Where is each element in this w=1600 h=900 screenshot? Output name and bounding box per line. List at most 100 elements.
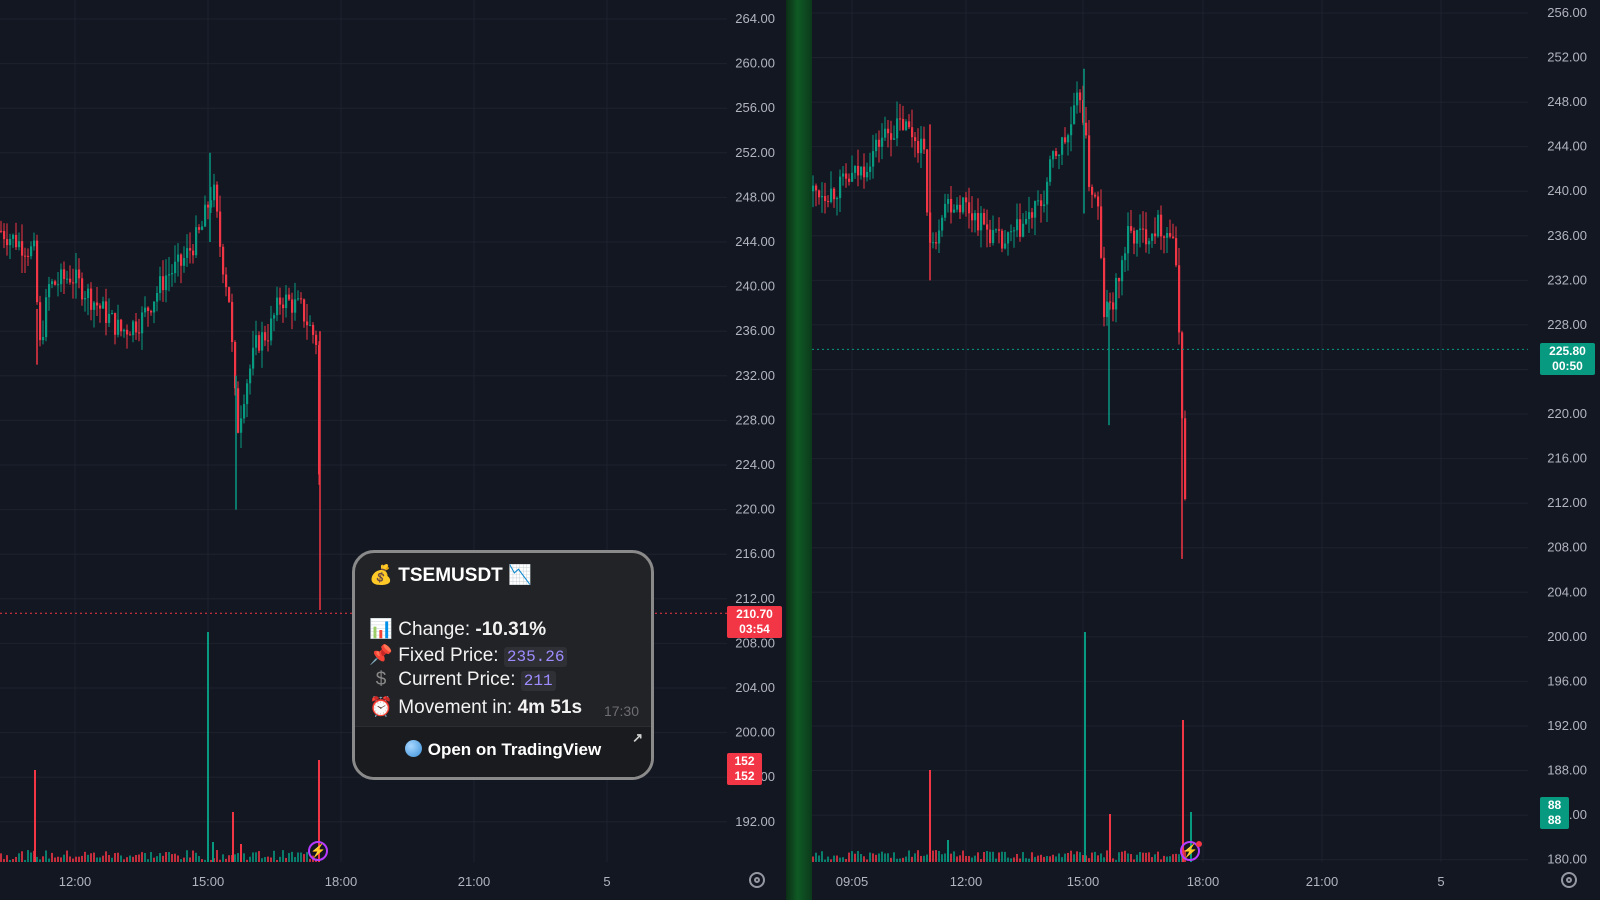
volume-bar <box>815 852 817 862</box>
y-tick-label: 204.00 <box>735 680 775 695</box>
volume-bar <box>84 851 86 862</box>
candle-body <box>30 246 33 257</box>
volume-bar <box>9 859 11 862</box>
candle-body <box>971 213 974 221</box>
volume-bar <box>234 854 236 862</box>
right-settings-gear-icon[interactable] <box>1561 872 1577 888</box>
volume-bar <box>232 812 234 862</box>
candle-body <box>1094 194 1097 197</box>
candle-body <box>306 321 309 326</box>
fixed-price-value[interactable]: 235.26 <box>503 647 568 667</box>
volume-bar <box>1049 856 1051 862</box>
volume-bar <box>90 853 92 862</box>
volume-bar <box>1043 856 1045 862</box>
candle-body <box>968 202 971 214</box>
price-alert-popup: 💰 TSEMUSDT 📉 📊 Change: -10.31% 📌 Fixed P… <box>352 550 654 780</box>
y-tick-label: 192.00 <box>1547 718 1587 733</box>
x-tick-label: 18:00 <box>1187 874 1220 889</box>
x-tick-label: 15:00 <box>1067 874 1100 889</box>
candle-body <box>992 230 995 244</box>
candle-body <box>315 334 318 345</box>
candle-body <box>39 302 42 341</box>
current-price-row: $ Current Price: 211 <box>369 669 556 691</box>
candle-body <box>288 294 291 300</box>
volume-bar <box>18 853 20 862</box>
left-lightning-icon[interactable]: ⚡ <box>308 841 328 861</box>
candle-body <box>953 209 956 213</box>
candle-body <box>9 238 12 246</box>
volume-bar <box>1046 855 1048 862</box>
candle-body <box>1004 243 1007 249</box>
candle-body <box>63 269 66 280</box>
candle-body <box>1055 151 1058 156</box>
candle-body <box>48 284 51 298</box>
volume-bar <box>980 859 982 862</box>
candle-body <box>264 332 267 341</box>
x-tick-label: 5 <box>1437 874 1444 889</box>
candle-body <box>27 255 30 257</box>
volume-bar <box>87 854 89 862</box>
right-alert-dot <box>1196 841 1202 847</box>
candle-body <box>1079 92 1082 101</box>
candle-body <box>129 334 132 336</box>
current-price-value[interactable]: 211 <box>520 671 556 691</box>
volume-bar <box>222 854 224 862</box>
volume-bar <box>1079 852 1081 862</box>
volume-bar <box>165 852 167 862</box>
right-chart-pane[interactable]: 256.00 252.00 248.00 244.00 240.00 236.00 232.… <box>812 0 1600 900</box>
candle-body <box>905 121 908 130</box>
volume-bar <box>171 854 173 862</box>
candle-body <box>860 166 863 176</box>
y-tick-label: 232.00 <box>735 368 775 383</box>
right-price-chart[interactable]: 256.00 252.00 248.00 244.00 240.00 236.00 232.… <box>812 0 1600 900</box>
y-tick-label: 248.00 <box>735 189 775 204</box>
candle-body <box>974 213 977 221</box>
x-tick-label: 09:05 <box>836 874 869 889</box>
open-tradingview-button[interactable]: Open on TradingView ↗ <box>355 726 651 777</box>
candle-body <box>1046 181 1049 205</box>
candle-body <box>995 229 998 231</box>
candle-body <box>1130 226 1133 231</box>
candle-body <box>1043 204 1046 207</box>
volume-bar <box>1091 852 1093 862</box>
candle-body <box>99 305 102 309</box>
candle-body <box>1145 229 1148 245</box>
volume-bar <box>192 850 194 862</box>
left-settings-gear-icon[interactable] <box>749 872 765 888</box>
candle-body <box>866 171 869 178</box>
candle-body <box>78 269 81 279</box>
candle-body <box>920 138 923 154</box>
volume-bar <box>1160 859 1162 862</box>
candle-body <box>1112 302 1115 310</box>
volume-bar <box>261 858 263 862</box>
pane-divider[interactable] <box>786 0 812 900</box>
candle-body <box>3 231 6 240</box>
candle-body <box>1184 418 1187 500</box>
volume-bar <box>821 851 823 862</box>
candle-body <box>833 188 836 200</box>
candle-body <box>827 201 830 203</box>
movement-value: 4m 51s <box>517 697 583 718</box>
candle-body <box>126 329 129 335</box>
candle-body <box>908 121 911 128</box>
volume-bar <box>291 851 293 862</box>
y-tick-label: 252.00 <box>735 145 775 160</box>
candle-body <box>42 337 45 341</box>
candle-body <box>977 213 980 231</box>
candle-body <box>1088 135 1091 187</box>
volume-bar <box>1001 851 1003 862</box>
volume-bar <box>60 857 62 862</box>
volume-bar <box>878 853 880 862</box>
candle-body <box>111 313 114 315</box>
volume-bar <box>212 842 214 862</box>
candle-body <box>1166 233 1169 238</box>
candle-body <box>216 184 219 212</box>
candle-body <box>180 254 183 266</box>
volume-bar <box>1058 853 1060 862</box>
candle-body <box>195 227 198 256</box>
x-tick-label: 12:00 <box>950 874 983 889</box>
volume-bar <box>971 857 973 862</box>
candle-body <box>222 246 225 275</box>
candle-body <box>252 347 255 369</box>
volume-bar <box>225 858 227 862</box>
